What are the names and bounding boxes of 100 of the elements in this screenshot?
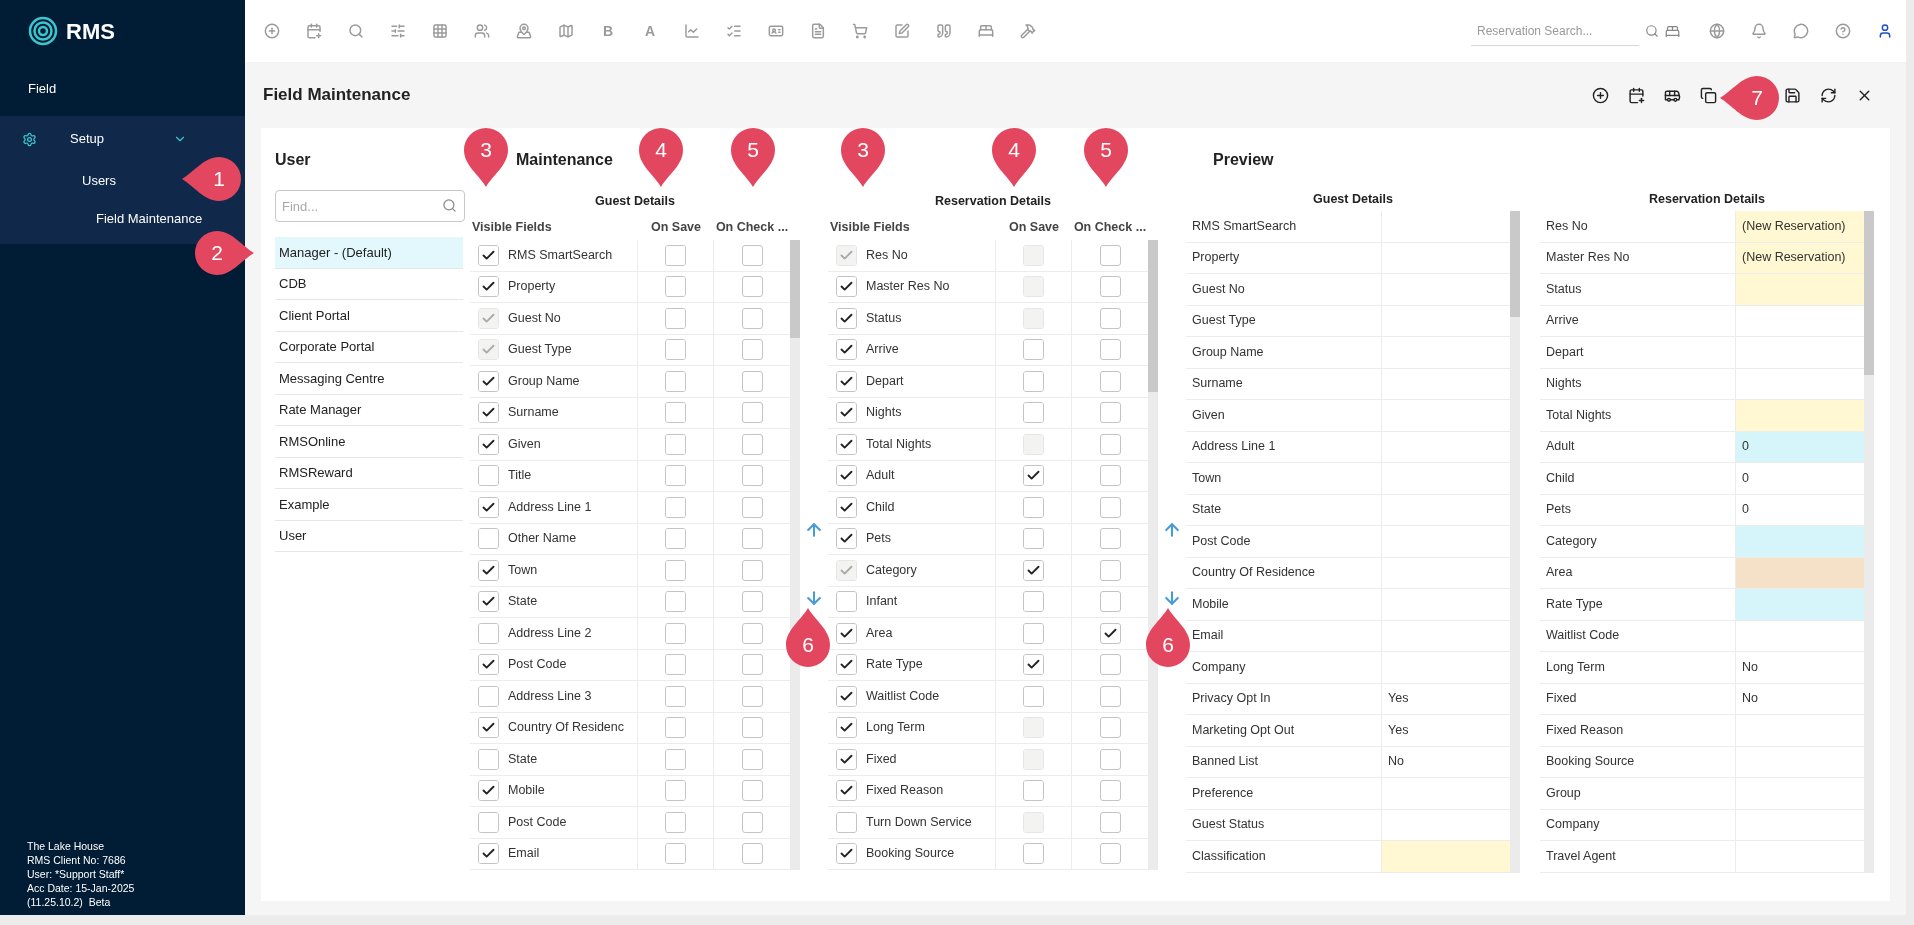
checkbox[interactable] [478, 433, 499, 455]
checkbox[interactable] [836, 465, 857, 487]
checkbox[interactable] [478, 685, 499, 707]
search-icon[interactable] [1645, 24, 1659, 38]
checkbox[interactable] [478, 339, 499, 361]
checkbox[interactable] [478, 591, 499, 613]
checkbox[interactable] [836, 748, 857, 770]
checkbox[interactable] [665, 370, 686, 392]
checkbox[interactable] [836, 433, 857, 455]
checkbox[interactable] [741, 622, 763, 644]
checkbox[interactable] [836, 339, 857, 361]
checkbox[interactable] [478, 496, 499, 518]
scrollbar[interactable] [1148, 240, 1158, 870]
checkbox[interactable] [1099, 244, 1121, 266]
checkbox[interactable] [741, 402, 763, 424]
checkbox[interactable] [1023, 717, 1044, 739]
checkbox[interactable] [665, 780, 686, 802]
checkbox[interactable] [665, 748, 686, 770]
checkbox[interactable] [741, 370, 763, 392]
scrollbar[interactable] [1510, 211, 1520, 873]
checkbox[interactable] [836, 496, 857, 518]
checkbox[interactable] [665, 402, 686, 424]
checkbox[interactable] [665, 559, 686, 581]
checkbox[interactable] [1099, 780, 1121, 802]
checkbox[interactable] [478, 244, 499, 266]
checkbox[interactable] [1099, 339, 1121, 361]
checkbox[interactable] [665, 717, 686, 739]
checkbox[interactable] [836, 685, 857, 707]
checkbox[interactable] [1023, 402, 1044, 424]
submenu-item[interactable]: Field Maintenance [96, 209, 203, 229]
scrollbar[interactable] [1864, 211, 1874, 873]
checkbox[interactable] [741, 780, 763, 802]
checkbox[interactable] [1023, 433, 1044, 455]
checkbox[interactable] [665, 276, 686, 298]
checkbox[interactable] [1099, 528, 1121, 550]
checkbox[interactable] [665, 496, 686, 518]
user-list-item[interactable]: Manager - (Default) [275, 237, 463, 269]
checkbox[interactable] [1099, 402, 1121, 424]
checkbox[interactable] [741, 843, 763, 865]
checkbox[interactable] [665, 591, 686, 613]
checkbox[interactable] [1023, 780, 1044, 802]
find-field[interactable]: Find... [275, 190, 465, 222]
checkbox[interactable] [741, 717, 763, 739]
checkbox[interactable] [741, 276, 763, 298]
checkbox[interactable] [1099, 496, 1121, 518]
checkbox[interactable] [741, 307, 763, 329]
checkbox[interactable] [478, 780, 499, 802]
checkbox[interactable] [665, 433, 686, 455]
checkbox[interactable] [836, 780, 857, 802]
checkbox[interactable] [665, 654, 686, 676]
checkbox[interactable] [836, 811, 857, 833]
checkbox[interactable] [478, 402, 499, 424]
checkbox[interactable] [1023, 748, 1044, 770]
submenu-item[interactable]: Users [82, 171, 116, 191]
checkbox[interactable] [478, 811, 499, 833]
checkbox[interactable] [1023, 811, 1044, 833]
checkbox[interactable] [741, 496, 763, 518]
checkbox[interactable] [1023, 465, 1044, 487]
checkbox[interactable] [836, 307, 857, 329]
checkbox[interactable] [1023, 622, 1044, 644]
checkbox[interactable] [1099, 843, 1121, 865]
menu-search-field[interactable]: Field [28, 79, 229, 99]
checkbox[interactable] [836, 402, 857, 424]
checkbox[interactable] [665, 622, 686, 644]
checkbox[interactable] [1023, 339, 1044, 361]
checkbox[interactable] [741, 559, 763, 581]
checkbox[interactable] [665, 843, 686, 865]
checkbox[interactable] [1023, 276, 1044, 298]
checkbox[interactable] [478, 843, 499, 865]
checkbox[interactable] [478, 370, 499, 392]
checkbox[interactable] [478, 748, 499, 770]
checkbox[interactable] [1099, 811, 1121, 833]
checkbox[interactable] [1023, 370, 1044, 392]
checkbox[interactable] [1099, 559, 1121, 581]
checkbox[interactable] [478, 465, 499, 487]
checkbox[interactable] [836, 276, 857, 298]
checkbox[interactable] [741, 339, 763, 361]
checkbox[interactable] [665, 811, 686, 833]
checkbox[interactable] [478, 717, 499, 739]
checkbox[interactable] [741, 433, 763, 455]
checkbox[interactable] [741, 591, 763, 613]
checkbox[interactable] [836, 717, 857, 739]
checkbox[interactable] [1099, 276, 1121, 298]
checkbox[interactable] [1099, 685, 1121, 707]
checkbox[interactable] [1023, 591, 1044, 613]
checkbox[interactable] [1023, 307, 1044, 329]
checkbox[interactable] [1023, 654, 1044, 676]
checkbox[interactable] [1099, 591, 1121, 613]
reservation-search-field[interactable]: Reservation Search... [1471, 16, 1639, 46]
checkbox[interactable] [665, 465, 686, 487]
move-down-button[interactable] [1162, 588, 1182, 608]
checkbox[interactable] [741, 654, 763, 676]
checkbox[interactable] [478, 307, 499, 329]
checkbox[interactable] [478, 276, 499, 298]
checkbox[interactable] [836, 559, 857, 581]
checkbox[interactable] [836, 843, 857, 865]
checkbox[interactable] [1023, 685, 1044, 707]
checkbox[interactable] [1099, 307, 1121, 329]
checkbox[interactable] [1099, 717, 1121, 739]
checkbox[interactable] [478, 622, 499, 644]
